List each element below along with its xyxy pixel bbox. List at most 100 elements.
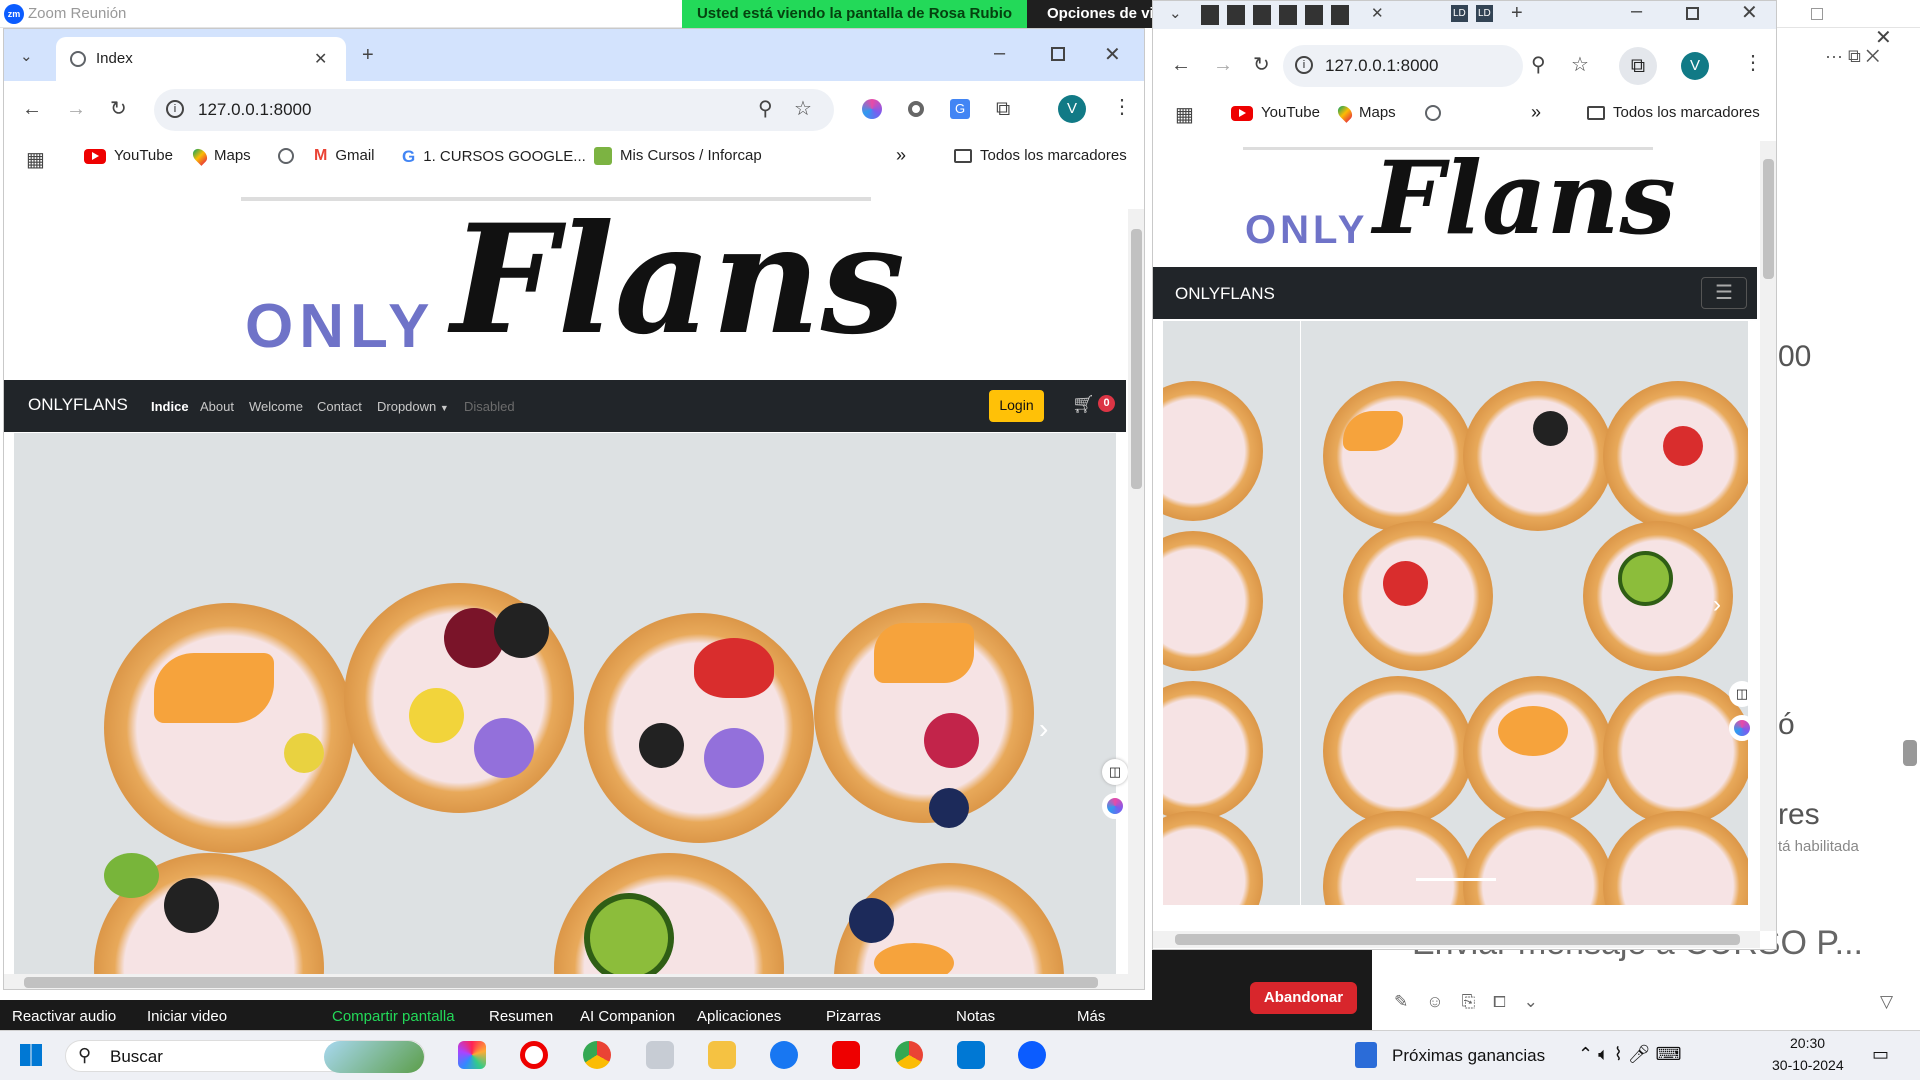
reader-side-icon[interactable]: ◫ [1102,759,1128,785]
navbar-brand[interactable]: ONLYFLANS [1175,284,1275,304]
bookmark-star-icon[interactable]: ☆ [794,99,812,119]
record-extension-icon[interactable] [908,101,924,117]
reload-icon[interactable]: ↻ [110,99,127,119]
leave-meeting-button[interactable]: Abandonar [1250,982,1357,1014]
bookmark-youtube[interactable]: YouTube [1231,104,1320,121]
bookmark-cursos-google[interactable]: G 1. CURSOS GOOGLE... [402,147,586,167]
bookmark-all[interactable]: Todos los marcadores [954,147,1127,164]
forward-icon[interactable]: → [1213,55,1233,75]
maximize-icon[interactable] [1686,7,1699,20]
clock-date[interactable]: 30-10-2024 [1772,1057,1844,1073]
notifications-icon[interactable]: ▭ [1872,1044,1889,1065]
address-bar[interactable]: i 127.0.0.1:8000 ⚲ ☆ [154,89,834,131]
carousel-next-icon[interactable]: › [1039,713,1048,745]
bookmark-youtube[interactable]: YouTube [84,147,173,164]
system-tray-icons[interactable]: ⌃ 🔈︎ ⌇ 🎤︎ ⌨ [1578,1044,1682,1065]
tab-search-icon[interactable]: ⌄ [20,47,33,67]
send-icon[interactable]: ▽ [1880,992,1893,1012]
extensions-icon[interactable]: ⧉ [996,99,1010,119]
bookmark-gmail[interactable]: M Gmail [314,147,375,165]
site-info-icon[interactable]: i [166,100,184,118]
copilot-extension-icon[interactable] [862,99,882,119]
apps-button[interactable]: Aplicaciones [697,1008,781,1025]
forward-icon[interactable]: → [66,99,86,119]
horizontal-scroll-thumb[interactable] [1175,934,1740,945]
horizontal-scroll-thumb[interactable] [24,977,1098,988]
horizontal-scrollbar[interactable] [4,974,1128,989]
login-button[interactable]: Login [989,390,1044,422]
file-explorer-icon[interactable] [708,1041,736,1069]
cart-icon[interactable]: 🛒︎ [1072,394,1095,415]
zoom-icon[interactable]: ⚲ [758,99,773,119]
maximize-icon[interactable] [1051,47,1065,61]
unmute-button[interactable]: Reactivar audio [12,1008,116,1025]
vertical-scroll-thumb[interactable] [1131,229,1142,489]
bookmark-globe[interactable] [1425,104,1449,122]
nav-about[interactable]: About [200,399,234,414]
horizontal-scrollbar[interactable] [1153,931,1760,948]
close-icon[interactable]: ✕ [1875,28,1892,48]
copilot-side-icon[interactable] [1102,793,1128,819]
translate-extension-icon[interactable]: G [950,99,970,119]
menu-icon[interactable]: ⋮ [1743,53,1763,73]
close-window-icon[interactable]: ✕ [1104,45,1121,65]
view-options-button[interactable]: Opciones de vis [1027,0,1152,28]
bookmark-maps[interactable]: Maps [1335,103,1396,123]
close-window-icon[interactable]: ✕ [1741,3,1758,23]
tab-search-icon[interactable]: ⌄ [1169,4,1182,24]
profile-avatar[interactable]: V [1681,52,1709,80]
windows-start-icon[interactable] [20,1044,42,1066]
chat-scroll-thumb[interactable] [1903,740,1917,766]
bookmark-maps[interactable]: Maps [190,146,251,166]
start-video-button[interactable]: Iniciar video [147,1008,227,1025]
vertical-scrollbar[interactable] [1760,141,1776,931]
nav-indice[interactable]: Indice [151,399,189,414]
bookmark-globe[interactable] [278,147,302,165]
ai-companion-button[interactable]: AI Companion [580,1008,675,1025]
ld-tab-1[interactable]: LD [1451,5,1468,22]
close-tab-icon[interactable]: ✕ [1371,4,1384,24]
bookmark-all[interactable]: Todos los marcadores [1587,104,1760,121]
carousel-next-icon[interactable]: › [1713,591,1721,619]
pinned-tab-icons[interactable] [1201,5,1357,25]
back-icon[interactable]: ← [22,99,42,119]
more-bookmarks-icon[interactable]: » [1531,102,1541,123]
widget-icon[interactable] [1355,1042,1377,1068]
more-bookmarks-icon[interactable]: » [896,145,906,166]
tab-index[interactable]: Index ✕ [56,37,346,81]
profile-avatar[interactable]: V [1058,95,1086,123]
nav-dropdown[interactable]: Dropdown ▼ [377,399,449,414]
opera-icon[interactable] [520,1041,548,1069]
carousel-indicators[interactable] [1416,878,1496,881]
chrome-icon[interactable] [583,1041,611,1069]
vertical-scroll-thumb[interactable] [1763,159,1774,279]
navbar-brand[interactable]: ONLYFLANS [28,395,128,415]
vscode-icon[interactable] [957,1041,985,1069]
minimize-icon[interactable] [1803,0,1843,28]
taskbar-search-box[interactable]: ⚲ Buscar [65,1040,425,1073]
chat-tools-icon[interactable]: ✎☺⎘⧠⌄ [1394,992,1556,1012]
new-tab-icon[interactable]: + [362,45,374,65]
widget-text[interactable]: Próximas ganancias [1392,1046,1545,1066]
chrome-profile-icon[interactable] [895,1041,923,1069]
zoom-icon[interactable]: ⚲ [1531,55,1546,75]
zoom-app-icon[interactable] [1018,1041,1046,1069]
summary-button[interactable]: Resumen [489,1008,553,1025]
bookmark-mis-cursos[interactable]: Mis Cursos / Inforcap [594,147,762,166]
menu-icon[interactable]: ⋮ [1112,97,1132,117]
facebook-icon[interactable] [770,1041,798,1069]
navbar-toggler-icon[interactable]: ☰ [1701,277,1747,309]
minimize-icon[interactable]: – [994,43,1005,63]
more-button[interactable]: Más [1077,1008,1105,1025]
new-tab-icon[interactable]: + [1511,3,1523,23]
reader-side-icon[interactable]: ◫ [1729,681,1755,707]
extensions-icon[interactable]: ⧉ [1619,47,1657,85]
copilot-side-icon[interactable] [1729,715,1755,741]
app-icon[interactable] [646,1041,674,1069]
youtube-app-icon[interactable] [832,1041,860,1069]
copilot-app-icon[interactable] [458,1041,486,1069]
whiteboards-button[interactable]: Pizarras [826,1008,881,1025]
vertical-scrollbar[interactable] [1128,209,1144,989]
minimize-icon[interactable]: – [1631,1,1642,21]
clock-time[interactable]: 20:30 [1790,1035,1825,1051]
